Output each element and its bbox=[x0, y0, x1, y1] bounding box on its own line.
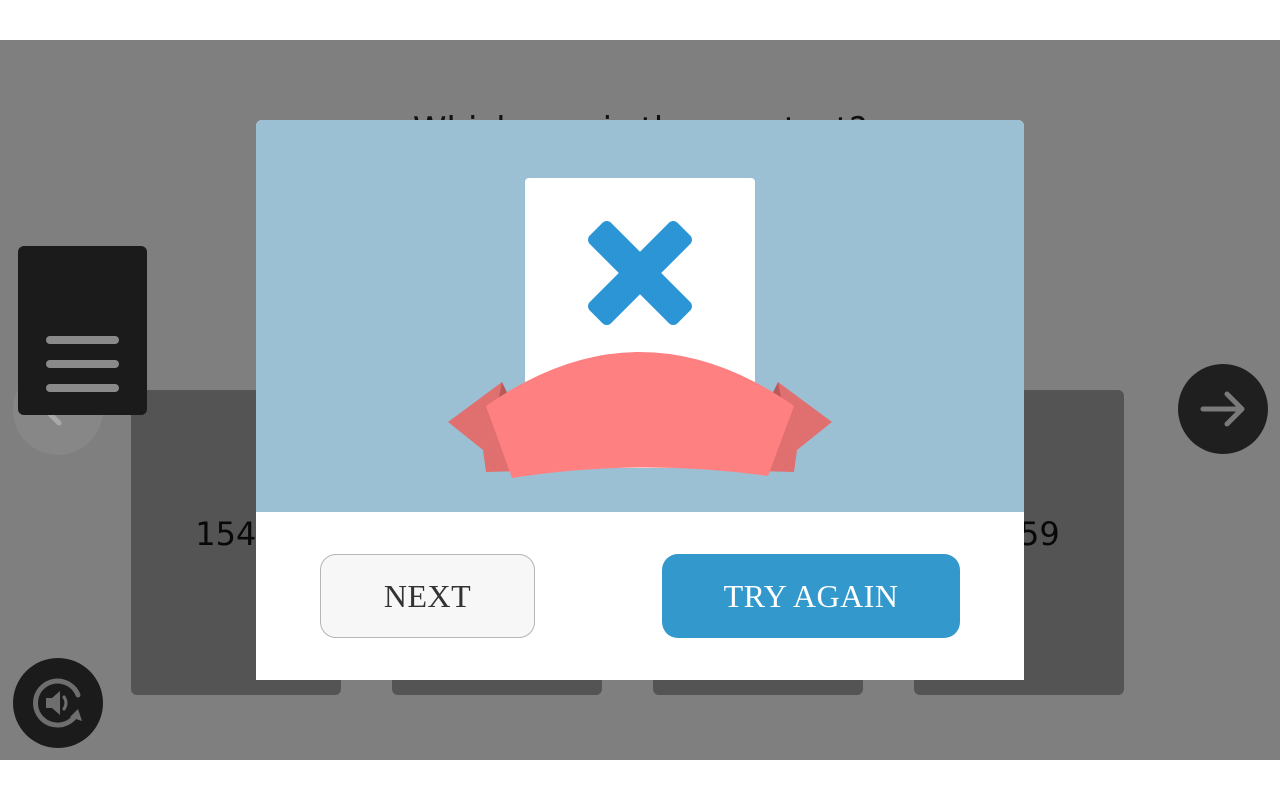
next-button[interactable]: NEXT bbox=[320, 554, 535, 638]
modal-footer: NEXT TRY AGAIN bbox=[256, 512, 1024, 680]
menu-button[interactable] bbox=[18, 246, 147, 415]
quiz-stage: Which one is the greatest? 1549 1695 159… bbox=[0, 40, 1280, 760]
result-modal: NEXT TRY AGAIN bbox=[256, 120, 1024, 680]
incorrect-illustration bbox=[256, 120, 1024, 512]
next-arrow-button[interactable] bbox=[1178, 364, 1268, 454]
arrow-right-icon bbox=[1200, 391, 1245, 427]
replay-audio-button[interactable] bbox=[13, 658, 103, 748]
ribbon-banner bbox=[448, 352, 832, 478]
replay-audio-icon bbox=[33, 678, 82, 728]
try-again-button[interactable]: TRY AGAIN bbox=[662, 554, 960, 638]
